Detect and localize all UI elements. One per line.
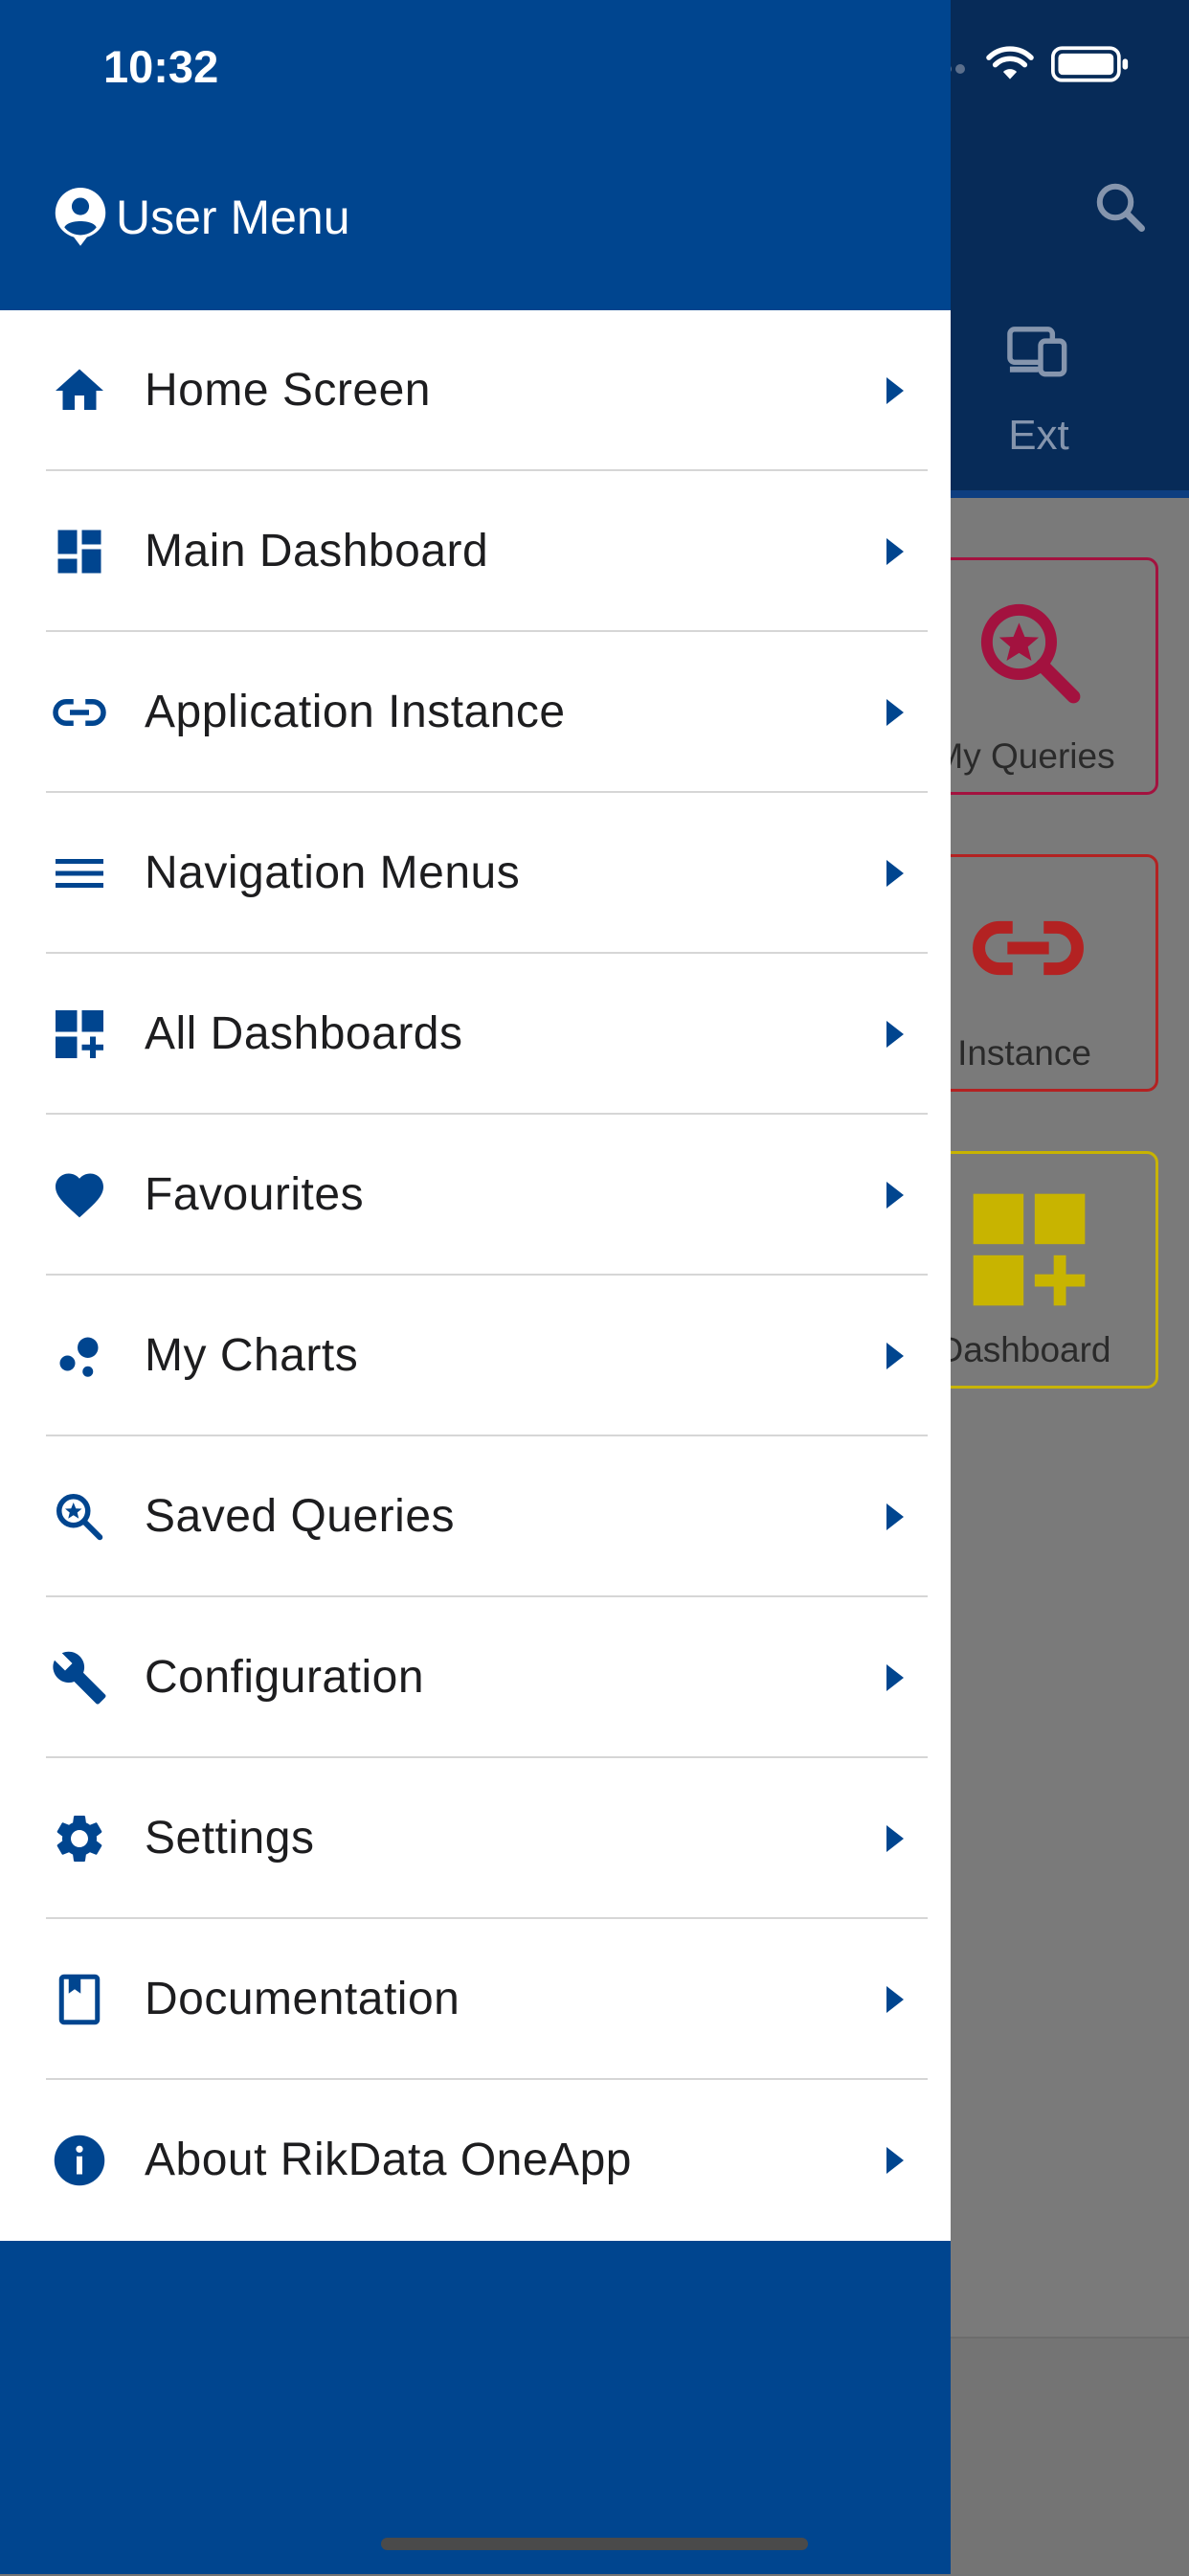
menu-item-home-screen[interactable]: Home Screen (0, 310, 951, 471)
chevron-right-icon (886, 1664, 904, 1691)
menu-item-label: About RikData OneApp (145, 2135, 632, 2185)
status-time: 10:32 (103, 41, 219, 92)
menu-item-documentation[interactable]: Documentation (0, 1919, 951, 2080)
bubble-chart-icon (59, 1337, 99, 1377)
drawer-title: User Menu (116, 191, 350, 244)
navigation-drawer: 10:32 User Menu Home Screen Main Dashboa… (0, 0, 951, 2574)
chevron-right-icon (886, 1182, 904, 1209)
menu-item-label: Configuration (145, 1652, 425, 1703)
menu-item-label: Application Instance (145, 687, 566, 737)
account-circle-icon (55, 188, 106, 246)
gear-icon (56, 1816, 102, 1862)
menu-item-favourites[interactable]: Favourites (0, 1115, 951, 1276)
menu-item-configuration[interactable]: Configuration (0, 1597, 951, 1758)
wifi-icon (986, 46, 1034, 79)
menu-item-label: My Charts (145, 1330, 359, 1381)
home-icon (56, 369, 103, 410)
chevron-right-icon (886, 377, 904, 404)
home-indicator[interactable] (381, 2538, 808, 2550)
menu-item-main-dashboard[interactable]: Main Dashboard (0, 471, 951, 632)
menu-item-label: Favourites (145, 1169, 365, 1220)
dashboard-add-icon (56, 1010, 103, 1058)
menu-item-saved-queries[interactable]: Saved Queries (0, 1436, 951, 1597)
menu-item-application-instance[interactable]: Application Instance (0, 632, 951, 793)
chevron-right-icon (886, 2147, 904, 2174)
menu-item-label: Saved Queries (145, 1491, 456, 1542)
chevron-right-icon (886, 1825, 904, 1852)
search-icon[interactable] (1091, 178, 1149, 236)
chevron-right-icon (886, 538, 904, 565)
saved-search-icon (980, 603, 1081, 704)
chevron-right-icon (886, 1986, 904, 2013)
drawer-header: User Menu (53, 188, 350, 247)
info-icon (54, 2135, 105, 2186)
menu-icon (56, 859, 103, 888)
chevron-right-icon (886, 860, 904, 887)
menu-item-my-charts[interactable]: My Charts (0, 1276, 951, 1436)
menu-item-label: Navigation Menus (145, 847, 521, 898)
chevron-right-icon (886, 1343, 904, 1369)
heart-icon (56, 1173, 103, 1218)
saved-search-icon (56, 1494, 103, 1541)
menu-item-label: Main Dashboard (145, 526, 489, 576)
menu-item-navigation-menus[interactable]: Navigation Menus (0, 793, 951, 954)
link-icon (973, 920, 1084, 976)
chevron-right-icon (886, 699, 904, 726)
chevron-right-icon (886, 1021, 904, 1048)
dashboard-icon (57, 530, 101, 574)
menu-item-all-dashboards[interactable]: All Dashboards (0, 954, 951, 1115)
menu-item-label: Home Screen (145, 365, 431, 416)
menu-item-label: All Dashboards (145, 1008, 463, 1059)
dashboard-add-icon (973, 1193, 1086, 1306)
battery-icon (1051, 46, 1129, 82)
devices-icon[interactable] (1005, 322, 1076, 379)
drawer-menu-list: Home Screen Main Dashboard Application I… (0, 310, 951, 2241)
menu-item-label: Documentation (145, 1974, 460, 2024)
link-icon (53, 699, 106, 726)
chevron-right-icon (886, 1503, 904, 1530)
background-tab-ext[interactable]: Ext (996, 412, 1082, 460)
menu-item-label: Settings (145, 1813, 315, 1864)
wrench-icon (53, 1651, 106, 1705)
book-icon (58, 1974, 101, 2025)
menu-item-settings[interactable]: Settings (0, 1758, 951, 1919)
menu-item-about[interactable]: About RikData OneApp (0, 2080, 951, 2241)
